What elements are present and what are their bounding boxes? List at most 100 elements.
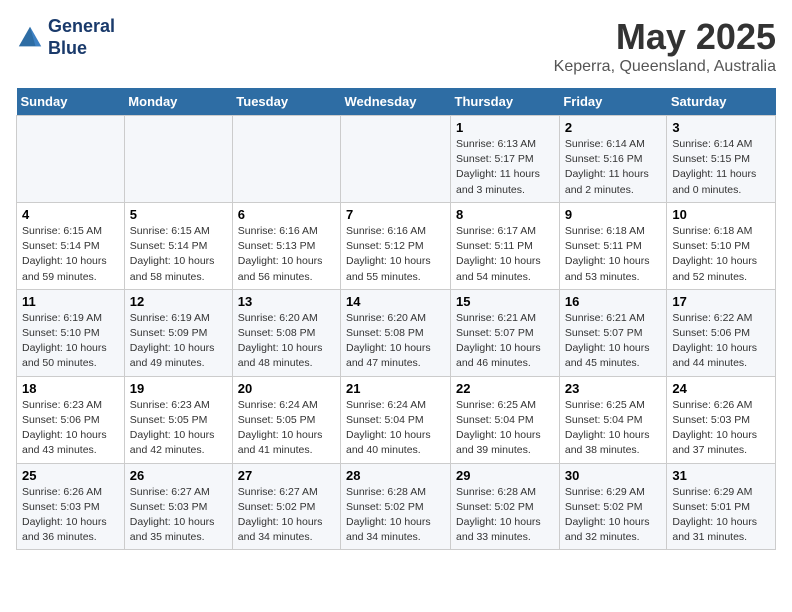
sunset-time: Sunset: 5:14 PM [130,240,208,252]
sunrise-time: Sunrise: 6:17 AM [456,225,536,237]
day-info: Sunrise: 6:29 AM Sunset: 5:02 PM Dayligh… [565,485,662,546]
day-number: 22 [456,381,554,396]
calendar-cell: 27 Sunrise: 6:27 AM Sunset: 5:02 PM Dayl… [232,463,340,550]
daylight-hours: Daylight: 10 hours and 33 minutes. [456,516,541,543]
day-number: 21 [346,381,445,396]
weekday-header-saturday: Saturday [667,88,776,116]
calendar-cell: 2 Sunrise: 6:14 AM Sunset: 5:16 PM Dayli… [559,116,667,203]
sunrise-time: Sunrise: 6:28 AM [456,486,536,498]
sunset-time: Sunset: 5:08 PM [346,327,424,339]
daylight-hours: Daylight: 10 hours and 39 minutes. [456,429,541,456]
sunset-time: Sunset: 5:11 PM [456,240,533,252]
subtitle: Keperra, Queensland, Australia [554,58,776,76]
day-number: 3 [672,120,770,135]
day-info: Sunrise: 6:27 AM Sunset: 5:02 PM Dayligh… [238,485,335,546]
day-number: 23 [565,381,662,396]
calendar-cell: 1 Sunrise: 6:13 AM Sunset: 5:17 PM Dayli… [451,116,560,203]
calendar-cell: 4 Sunrise: 6:15 AM Sunset: 5:14 PM Dayli… [17,202,125,289]
calendar-cell: 26 Sunrise: 6:27 AM Sunset: 5:03 PM Dayl… [124,463,232,550]
sunset-time: Sunset: 5:12 PM [346,240,424,252]
day-info: Sunrise: 6:19 AM Sunset: 5:10 PM Dayligh… [22,311,119,372]
day-number: 28 [346,468,445,483]
calendar-week-row: 4 Sunrise: 6:15 AM Sunset: 5:14 PM Dayli… [17,202,776,289]
calendar-cell [341,116,451,203]
day-number: 2 [565,120,662,135]
day-info: Sunrise: 6:28 AM Sunset: 5:02 PM Dayligh… [346,485,445,546]
daylight-hours: Daylight: 11 hours and 3 minutes. [456,168,540,195]
daylight-hours: Daylight: 10 hours and 54 minutes. [456,255,541,282]
main-title: May 2025 [554,16,776,58]
sunrise-time: Sunrise: 6:23 AM [130,399,210,411]
calendar-cell: 20 Sunrise: 6:24 AM Sunset: 5:05 PM Dayl… [232,376,340,463]
calendar-cell: 21 Sunrise: 6:24 AM Sunset: 5:04 PM Dayl… [341,376,451,463]
day-info: Sunrise: 6:19 AM Sunset: 5:09 PM Dayligh… [130,311,227,372]
daylight-hours: Daylight: 10 hours and 55 minutes. [346,255,431,282]
logo-text: General Blue [48,16,115,59]
day-info: Sunrise: 6:18 AM Sunset: 5:10 PM Dayligh… [672,224,770,285]
daylight-hours: Daylight: 10 hours and 34 minutes. [346,516,431,543]
calendar-cell: 11 Sunrise: 6:19 AM Sunset: 5:10 PM Dayl… [17,289,125,376]
sunrise-time: Sunrise: 6:13 AM [456,138,536,150]
sunrise-time: Sunrise: 6:22 AM [672,312,752,324]
calendar-cell: 15 Sunrise: 6:21 AM Sunset: 5:07 PM Dayl… [451,289,560,376]
sunrise-time: Sunrise: 6:27 AM [130,486,210,498]
title-block: May 2025 Keperra, Queensland, Australia [554,16,776,76]
weekday-header-friday: Friday [559,88,667,116]
day-info: Sunrise: 6:20 AM Sunset: 5:08 PM Dayligh… [346,311,445,372]
day-number: 13 [238,294,335,309]
sunrise-time: Sunrise: 6:21 AM [456,312,536,324]
day-info: Sunrise: 6:26 AM Sunset: 5:03 PM Dayligh… [672,398,770,459]
daylight-hours: Daylight: 10 hours and 35 minutes. [130,516,215,543]
calendar-cell: 16 Sunrise: 6:21 AM Sunset: 5:07 PM Dayl… [559,289,667,376]
day-number: 4 [22,207,119,222]
daylight-hours: Daylight: 10 hours and 52 minutes. [672,255,757,282]
daylight-hours: Daylight: 10 hours and 56 minutes. [238,255,323,282]
daylight-hours: Daylight: 11 hours and 2 minutes. [565,168,649,195]
day-info: Sunrise: 6:15 AM Sunset: 5:14 PM Dayligh… [22,224,119,285]
sunrise-time: Sunrise: 6:14 AM [565,138,645,150]
sunset-time: Sunset: 5:08 PM [238,327,316,339]
weekday-header-tuesday: Tuesday [232,88,340,116]
sunset-time: Sunset: 5:07 PM [565,327,643,339]
day-number: 5 [130,207,227,222]
sunset-time: Sunset: 5:02 PM [565,501,643,513]
calendar-cell: 8 Sunrise: 6:17 AM Sunset: 5:11 PM Dayli… [451,202,560,289]
calendar-cell: 3 Sunrise: 6:14 AM Sunset: 5:15 PM Dayli… [667,116,776,203]
daylight-hours: Daylight: 10 hours and 32 minutes. [565,516,650,543]
sunset-time: Sunset: 5:04 PM [565,414,643,426]
calendar-cell: 29 Sunrise: 6:28 AM Sunset: 5:02 PM Dayl… [451,463,560,550]
sunrise-time: Sunrise: 6:18 AM [565,225,645,237]
sunrise-time: Sunrise: 6:16 AM [346,225,426,237]
calendar-cell: 7 Sunrise: 6:16 AM Sunset: 5:12 PM Dayli… [341,202,451,289]
calendar-cell [124,116,232,203]
sunrise-time: Sunrise: 6:29 AM [565,486,645,498]
calendar-cell: 19 Sunrise: 6:23 AM Sunset: 5:05 PM Dayl… [124,376,232,463]
day-info: Sunrise: 6:28 AM Sunset: 5:02 PM Dayligh… [456,485,554,546]
sunrise-time: Sunrise: 6:26 AM [672,399,752,411]
day-info: Sunrise: 6:18 AM Sunset: 5:11 PM Dayligh… [565,224,662,285]
weekday-header-row: SundayMondayTuesdayWednesdayThursdayFrid… [17,88,776,116]
daylight-hours: Daylight: 10 hours and 42 minutes. [130,429,215,456]
sunrise-time: Sunrise: 6:24 AM [346,399,426,411]
sunrise-time: Sunrise: 6:20 AM [238,312,318,324]
calendar-week-row: 1 Sunrise: 6:13 AM Sunset: 5:17 PM Dayli… [17,116,776,203]
sunset-time: Sunset: 5:02 PM [238,501,316,513]
sunset-time: Sunset: 5:15 PM [672,153,750,165]
sunset-time: Sunset: 5:06 PM [672,327,750,339]
sunrise-time: Sunrise: 6:19 AM [22,312,102,324]
sunrise-time: Sunrise: 6:15 AM [22,225,102,237]
calendar-cell [17,116,125,203]
day-info: Sunrise: 6:14 AM Sunset: 5:16 PM Dayligh… [565,137,662,198]
sunset-time: Sunset: 5:04 PM [456,414,534,426]
sunset-time: Sunset: 5:05 PM [238,414,316,426]
calendar-cell: 12 Sunrise: 6:19 AM Sunset: 5:09 PM Dayl… [124,289,232,376]
day-info: Sunrise: 6:14 AM Sunset: 5:15 PM Dayligh… [672,137,770,198]
calendar-cell: 28 Sunrise: 6:28 AM Sunset: 5:02 PM Dayl… [341,463,451,550]
calendar-cell: 5 Sunrise: 6:15 AM Sunset: 5:14 PM Dayli… [124,202,232,289]
day-info: Sunrise: 6:29 AM Sunset: 5:01 PM Dayligh… [672,485,770,546]
day-info: Sunrise: 6:25 AM Sunset: 5:04 PM Dayligh… [456,398,554,459]
weekday-header-thursday: Thursday [451,88,560,116]
daylight-hours: Daylight: 10 hours and 58 minutes. [130,255,215,282]
daylight-hours: Daylight: 10 hours and 59 minutes. [22,255,107,282]
day-number: 24 [672,381,770,396]
